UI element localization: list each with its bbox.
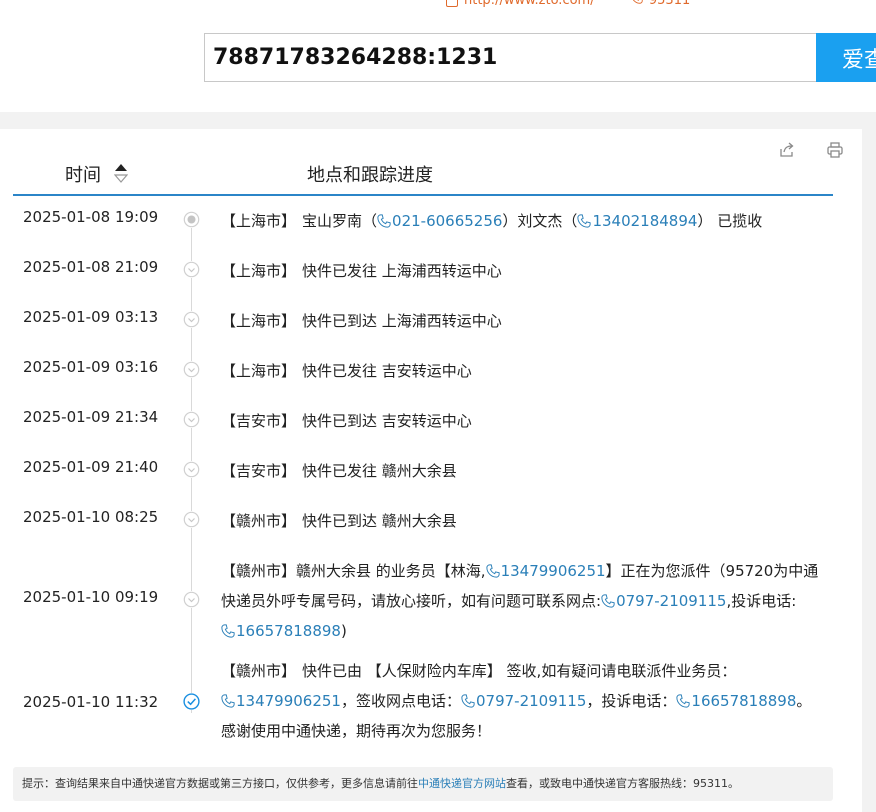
phone-link[interactable]: 021-60665256 <box>377 212 502 230</box>
chevron-down-circle-icon <box>183 411 200 428</box>
phone-icon <box>377 214 391 228</box>
table-header: 时间 地点和跟踪进度 <box>13 159 833 196</box>
print-icon[interactable] <box>826 141 844 159</box>
event-description: 【上海市】 快件已发往 吉安转运中心 <box>221 362 472 380</box>
phone-link[interactable]: 13479906251 <box>485 562 606 580</box>
search-button[interactable]: 爱查 <box>816 33 876 82</box>
event-city: 【赣州市】 <box>221 512 297 530</box>
check-circle-icon <box>183 693 200 710</box>
tracking-results-panel: 时间 地点和跟踪进度 2025-01-08 19:09 【上海市】 宝山罗南（ 02… <box>0 129 862 812</box>
tracking-number-input[interactable] <box>204 33 816 82</box>
phone-icon <box>577 214 592 228</box>
phone-icon <box>221 694 235 708</box>
chevron-down-circle-icon <box>183 361 200 378</box>
globe-icon <box>446 0 458 7</box>
event-city: 【上海市】 <box>221 362 297 380</box>
tracking-event-row: 2025-01-08 19:09 【上海市】 宝山罗南（ 021-60665256）… <box>0 196 862 246</box>
share-icon[interactable] <box>778 141 796 159</box>
site-link[interactable]: http://www.zto.com/ <box>464 0 595 8</box>
phone-link[interactable]: 16657818898 <box>221 622 341 640</box>
tracking-event-row: 2025-01-10 09:19 【赣州市】赣州大余县 的业务员【林海, 1347… <box>0 546 862 656</box>
event-description: 【赣州市】 快件已到达 赣州大余县 <box>221 512 457 530</box>
event-city: 【上海市】 <box>221 312 297 330</box>
event-time: 2025-01-08 19:09 <box>23 208 159 226</box>
event-time: 2025-01-09 21:40 <box>23 458 159 476</box>
chevron-down-circle-icon <box>183 591 200 608</box>
event-city: 【上海市】 <box>221 262 297 280</box>
phone-link[interactable]: 13479906251 <box>221 692 341 710</box>
event-city: 【上海市】 <box>221 212 297 230</box>
tracking-event-row: 2025-01-10 11:32 【赣州市】 快件已由 【人保财险内车库】 签收,… <box>0 656 862 766</box>
event-description: 【上海市】 快件已发往 上海浦西转运中心 <box>221 262 502 280</box>
disclaimer-tip: 提示：查询结果来自中通快递官方数据或第三方接口，仅供参考，更多信息请前往中通快递… <box>13 767 833 801</box>
tracking-event-row: 2025-01-10 08:25 【赣州市】 快件已到达 赣州大余县 <box>0 496 862 546</box>
event-description: 【赣州市】赣州大余县 的业务员【林海, 13479906251】正在为您派件（95… <box>221 562 819 640</box>
tracking-event-row: 2025-01-09 21:34 【吉安市】 快件已到达 吉安转运中心 <box>0 396 862 446</box>
chevron-down-circle-icon <box>183 311 200 328</box>
chevron-down-circle-icon <box>183 261 200 278</box>
event-time: 2025-01-10 09:19 <box>23 588 159 606</box>
event-city: 【吉安市】 <box>221 412 297 430</box>
event-description: 【赣州市】 快件已由 【人保财险内车库】 签收,如有疑问请电联派件业务员：1347… <box>221 662 812 740</box>
sort-toggle-icon[interactable] <box>114 162 128 184</box>
official-site-link[interactable]: 中通快递官方网站 <box>418 777 506 790</box>
event-time: 2025-01-09 21:34 <box>23 408 159 426</box>
event-time: 2025-01-09 03:16 <box>23 358 159 376</box>
top-links: http://www.zto.com/ 95311 <box>446 0 690 8</box>
event-time: 2025-01-09 03:13 <box>23 308 159 326</box>
phone-icon <box>485 564 500 578</box>
chevron-down-circle-icon <box>183 461 200 478</box>
location-column-header: 地点和跟踪进度 <box>307 165 433 186</box>
chevron-down-circle-icon <box>183 511 200 528</box>
phone-link[interactable]: 0797-2109115 <box>461 692 586 710</box>
tracking-event-row: 2025-01-09 03:13 【上海市】 快件已到达 上海浦西转运中心 <box>0 296 862 346</box>
phone-icon <box>221 624 235 638</box>
time-column-header[interactable]: 时间 <box>65 161 101 187</box>
tracking-event-row: 2025-01-09 03:16 【上海市】 快件已发往 吉安转运中心 <box>0 346 862 396</box>
tracking-event-row: 2025-01-08 21:09 【上海市】 快件已发往 上海浦西转运中心 <box>0 246 862 296</box>
event-description: 【上海市】 快件已到达 上海浦西转运中心 <box>221 312 502 330</box>
timeline-dot-icon <box>183 211 200 228</box>
panel-toolbar <box>778 141 844 159</box>
event-time: 2025-01-10 11:32 <box>23 693 159 711</box>
phone-icon <box>676 694 691 708</box>
tracking-events-list: 2025-01-08 19:09 【上海市】 宝山罗南（ 021-60665256）… <box>0 196 862 766</box>
event-description: 【上海市】 宝山罗南（ 021-60665256）刘文杰（ 13402184894） … <box>221 212 763 230</box>
phone-icon <box>461 694 475 708</box>
phone-link[interactable]: 16657818898 <box>676 692 796 710</box>
event-description: 【吉安市】 快件已发往 赣州大余县 <box>221 462 457 480</box>
top-header: http://www.zto.com/ 95311 爱查 <box>0 0 876 112</box>
phone-icon <box>632 0 643 4</box>
event-description: 【吉安市】 快件已到达 吉安转运中心 <box>221 412 472 430</box>
event-time: 2025-01-10 08:25 <box>23 508 159 526</box>
event-city: 【赣州市】 <box>221 562 297 580</box>
tracking-event-row: 2025-01-09 21:40 【吉安市】 快件已发往 赣州大余县 <box>0 446 862 496</box>
search-bar: 爱查 <box>204 33 876 82</box>
phone-icon <box>601 594 615 608</box>
phone-link[interactable]: 0797-2109115 <box>601 592 726 610</box>
phone-link[interactable]: 13402184894 <box>577 212 697 230</box>
event-city: 【赣州市】 <box>221 662 297 680</box>
event-time: 2025-01-08 21:09 <box>23 258 159 276</box>
event-city: 【吉安市】 <box>221 462 297 480</box>
hotline-number[interactable]: 95311 <box>649 0 690 8</box>
